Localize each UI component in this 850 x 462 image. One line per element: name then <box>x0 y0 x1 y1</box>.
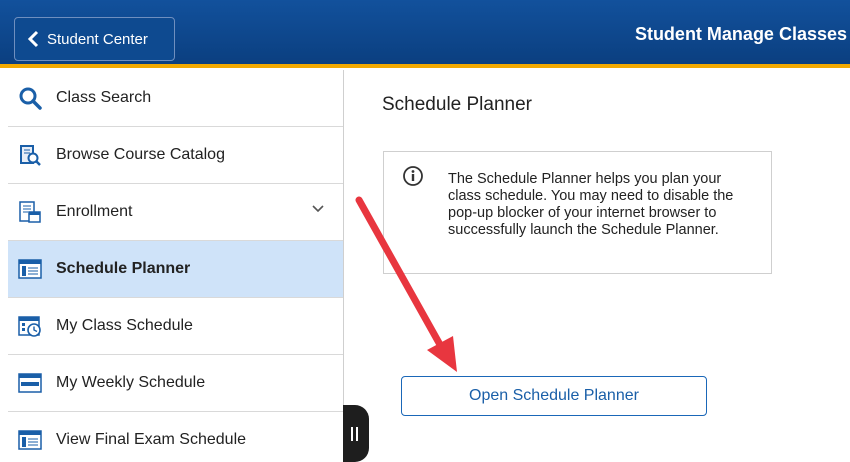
sidebar-item-my-weekly-schedule[interactable]: My Weekly Schedule <box>8 355 343 412</box>
sidebar-item-label: View Final Exam Schedule <box>56 431 247 448</box>
back-to-student-center-button[interactable]: Student Center <box>14 17 175 61</box>
sidebar-item-class-search[interactable]: Class Search <box>8 70 343 127</box>
annotation-arrow <box>355 196 457 372</box>
catalog-icon <box>18 143 42 167</box>
page-header-title: Student Manage Classes <box>634 24 847 44</box>
sidebar-item-enrollment[interactable]: Enrollment <box>8 184 343 241</box>
sidebar-item-label: Class Search <box>56 89 152 106</box>
planner-icon <box>18 257 42 281</box>
sidebar-item-schedule-planner[interactable]: Schedule Planner <box>8 241 343 298</box>
exam-schedule-icon <box>18 428 42 452</box>
info-icon <box>403 166 423 186</box>
sidebar-item-label: My Class Schedule <box>56 317 193 334</box>
sidebar-item-view-final-exam-schedule[interactable]: View Final Exam Schedule <box>8 412 343 462</box>
info-message-text: The Schedule Planner helps you plan your… <box>448 171 734 238</box>
search-icon <box>18 86 42 110</box>
sidebar-item-browse-course-catalog[interactable]: Browse Course Catalog <box>8 127 343 184</box>
chevron-left-icon <box>27 30 39 48</box>
class-schedule-icon <box>18 314 42 338</box>
sidebar-item-my-class-schedule[interactable]: My Class Schedule <box>8 298 343 355</box>
open-schedule-planner-button[interactable]: Open Schedule Planner <box>401 376 707 416</box>
back-button-label: Student Center <box>47 30 148 48</box>
header-bar: Student Center Student Manage Classes <box>0 0 850 68</box>
weekly-schedule-icon <box>18 371 42 395</box>
sidebar-item-label: Enrollment <box>56 203 133 220</box>
chevron-down-icon[interactable] <box>311 204 325 214</box>
sidebar-item-label: Schedule Planner <box>56 260 191 277</box>
sidebar-item-label: Browse Course Catalog <box>56 146 225 163</box>
page-title: Schedule Planner <box>382 94 532 115</box>
enrollment-icon <box>18 200 42 224</box>
sidebar-item-label: My Weekly Schedule <box>56 374 206 391</box>
sidebar-nav: Class Search Browse Course Catalog Enrol… <box>8 70 344 462</box>
